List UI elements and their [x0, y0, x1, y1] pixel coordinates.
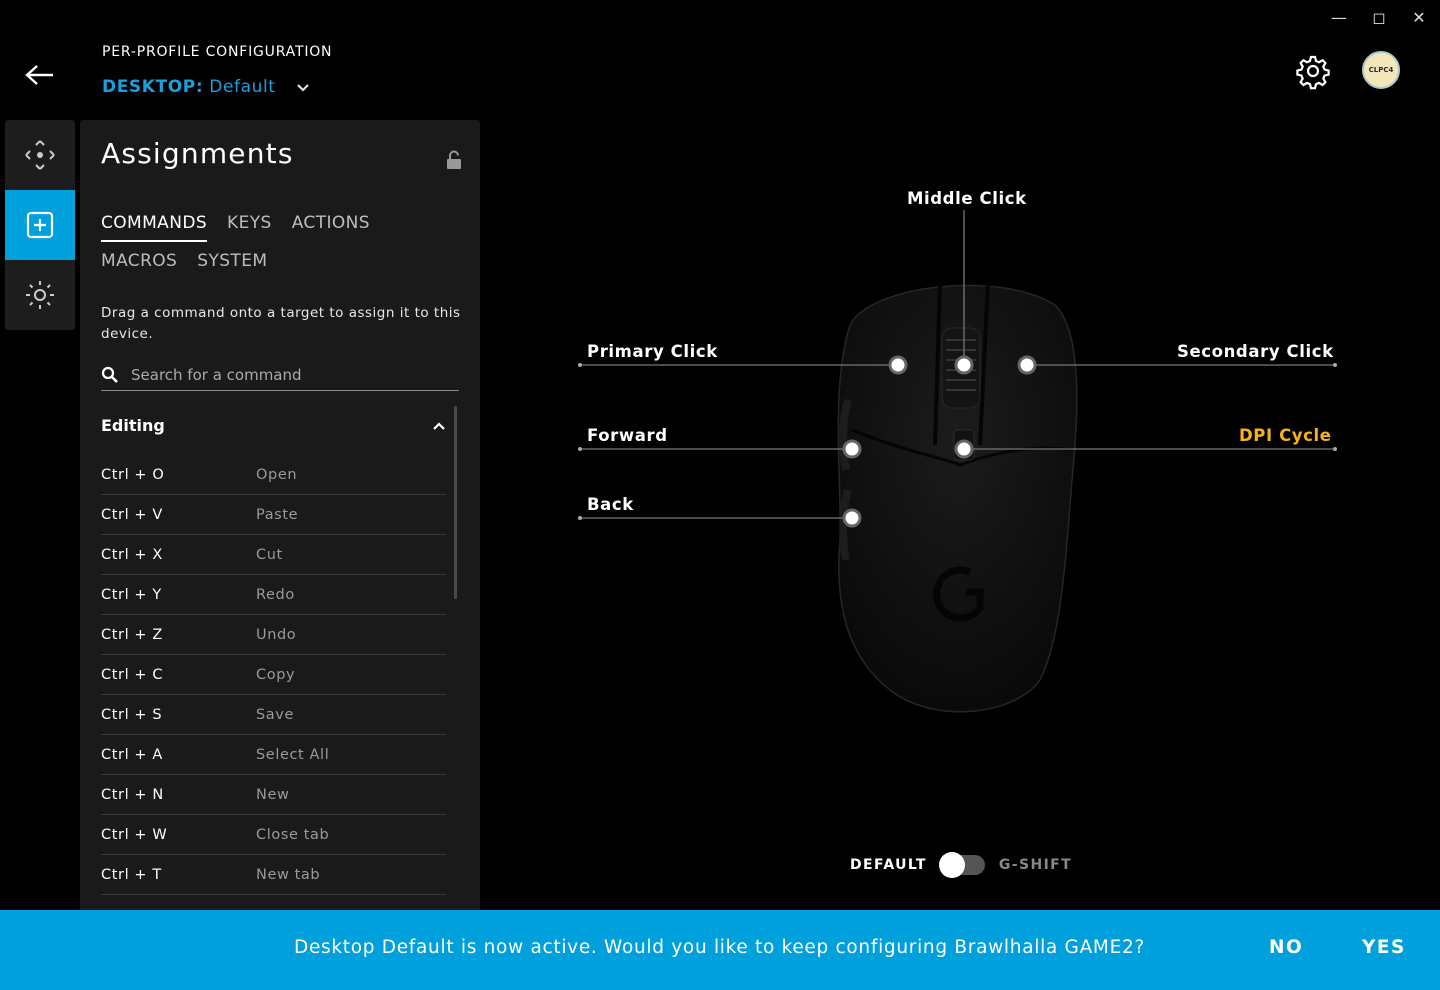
command-key: Ctrl + N: [101, 786, 164, 803]
close-icon[interactable]: ✕: [1410, 8, 1428, 28]
toggle-label-gshift: G-SHIFT: [998, 857, 1073, 873]
mode-toggle: DEFAULT G-SHIFT: [850, 852, 1073, 878]
command-action: Redo: [256, 586, 295, 603]
move-icon: [25, 140, 55, 170]
tab-system[interactable]: SYSTEM: [197, 251, 267, 280]
avatar[interactable]: CLPC4: [1362, 51, 1400, 89]
search-icon: [101, 366, 118, 383]
command-action: Save: [256, 706, 294, 723]
command-row[interactable]: Ctrl + T New tab: [101, 855, 446, 895]
tab-macros[interactable]: MACROS: [101, 251, 177, 280]
command-action: Select All: [256, 746, 330, 763]
rail-item-lighting[interactable]: [5, 260, 75, 330]
command-action: Open: [256, 466, 298, 483]
command-action: Undo: [256, 626, 297, 643]
yes-button[interactable]: YES: [1362, 937, 1406, 958]
panel-title: Assignments: [101, 137, 294, 170]
tab-actions[interactable]: ACTIONS: [292, 213, 370, 242]
no-button[interactable]: NO: [1269, 937, 1303, 958]
command-action: Close tab: [256, 826, 330, 843]
label-forward[interactable]: Forward: [587, 426, 668, 445]
minimize-icon[interactable]: —: [1330, 8, 1348, 28]
page-title: PER-PROFILE CONFIGURATION: [102, 44, 333, 60]
chevron-up-icon: [433, 421, 445, 430]
profile-banner: Desktop Default is now active. Would you…: [0, 910, 1440, 990]
back-button[interactable]: [22, 58, 58, 92]
search-input[interactable]: [131, 366, 431, 384]
banner-message: Desktop Default is now active. Would you…: [294, 937, 1145, 958]
window-controls: — ◻ ✕: [1330, 8, 1428, 28]
command-action: Paste: [256, 506, 299, 523]
plus-square-icon: [26, 211, 54, 239]
rail-item-assignments[interactable]: [5, 190, 75, 260]
command-row[interactable]: Ctrl + Z Undo: [101, 615, 446, 655]
command-key: Ctrl + C: [101, 666, 164, 683]
search-field[interactable]: [101, 360, 459, 391]
command-row[interactable]: Ctrl + X Cut: [101, 535, 446, 575]
side-rail: [5, 120, 75, 330]
tab-commands[interactable]: COMMANDS: [101, 213, 208, 242]
section-title: Editing: [101, 416, 165, 435]
command-key: Ctrl + V: [101, 506, 163, 523]
scrollbar[interactable]: [454, 406, 457, 599]
label-primary-click[interactable]: Primary Click: [587, 342, 718, 361]
command-action: Cut: [256, 546, 283, 563]
command-key: Ctrl + O: [101, 466, 165, 483]
assignment-tabs: COMMANDS KEYS ACTIONS MACROS SYSTEM: [101, 213, 471, 289]
command-action: New tab: [256, 866, 321, 883]
command-key: Ctrl + Z: [101, 626, 163, 643]
command-row[interactable]: Ctrl + W Close tab: [101, 815, 446, 855]
drag-hint: Drag a command onto a target to assign i…: [101, 305, 461, 342]
tab-keys[interactable]: KEYS: [227, 213, 272, 242]
command-row[interactable]: Ctrl + O Open: [101, 455, 446, 495]
mouse-diagram: Middle Click Primary Click Secondary Cli…: [480, 100, 1440, 910]
switch-knob: [938, 852, 965, 878]
settings-button[interactable]: [1294, 52, 1332, 90]
label-back[interactable]: Back: [587, 495, 634, 514]
command-list: Ctrl + O Open Ctrl + V Paste Ctrl + X Cut C…: [101, 455, 446, 895]
command-row[interactable]: Ctrl + S Save: [101, 695, 446, 735]
rail-item-pointer[interactable]: [5, 120, 75, 190]
command-row[interactable]: Ctrl + N New: [101, 775, 446, 815]
gear-icon: [1296, 55, 1330, 90]
maximize-icon[interactable]: ◻: [1370, 8, 1388, 28]
command-row[interactable]: Ctrl + Y Redo: [101, 575, 446, 615]
command-action: Copy: [256, 666, 296, 683]
lock-open-icon[interactable]: [446, 150, 462, 170]
arrow-left-icon: [25, 65, 53, 85]
command-action: New: [256, 786, 290, 803]
profile-name: Default: [209, 77, 276, 97]
command-row[interactable]: Ctrl + A Select All: [101, 735, 446, 775]
command-row[interactable]: Ctrl + C Copy: [101, 655, 446, 695]
command-row[interactable]: Ctrl + V Paste: [101, 495, 446, 535]
command-key: Ctrl + A: [101, 746, 163, 763]
command-key: Ctrl + Y: [101, 586, 162, 603]
label-secondary-click[interactable]: Secondary Click: [1177, 342, 1334, 361]
command-key: Ctrl + W: [101, 826, 168, 843]
lighting-icon: [26, 281, 54, 309]
chevron-down-icon: [296, 84, 309, 92]
section-header-editing[interactable]: Editing: [101, 416, 446, 435]
profile-selector[interactable]: DESKTOP: Default: [102, 77, 310, 97]
label-middle-click[interactable]: Middle Click: [907, 189, 1027, 208]
gshift-switch[interactable]: [938, 852, 985, 878]
device-label: DESKTOP:: [102, 77, 204, 97]
assignments-panel: Assignments COMMANDS KEYS ACTIONS MACROS…: [80, 120, 480, 910]
label-dpi-cycle[interactable]: DPI Cycle: [1239, 426, 1332, 445]
command-key: Ctrl + T: [101, 866, 162, 883]
command-key: Ctrl + S: [101, 706, 163, 723]
toggle-label-default: DEFAULT: [850, 857, 927, 873]
command-key: Ctrl + X: [101, 546, 163, 563]
